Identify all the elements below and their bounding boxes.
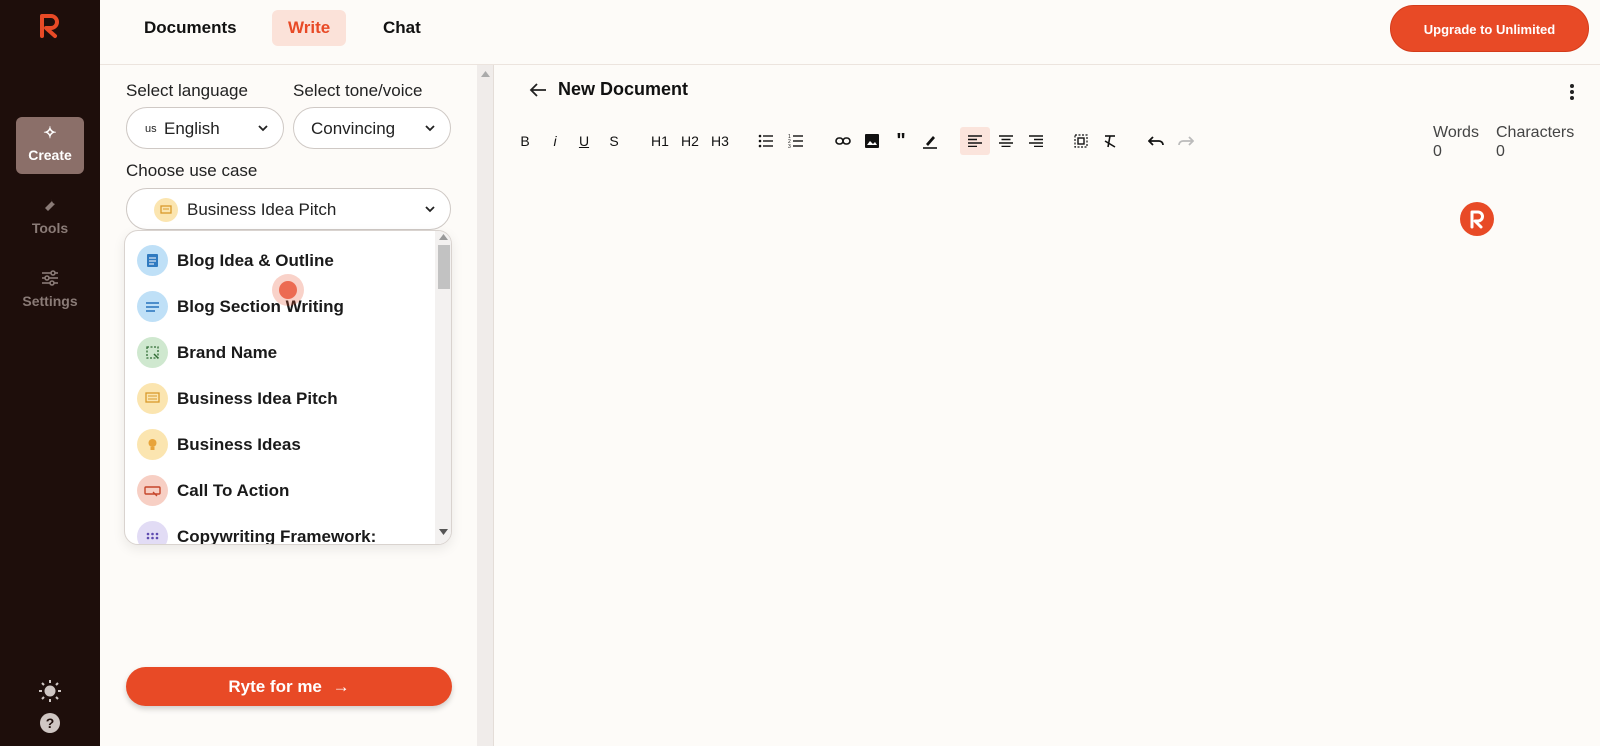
arrow-right-icon: → — [332, 677, 350, 696]
words-value: 0 — [1433, 143, 1442, 160]
wrench-icon — [16, 197, 84, 217]
usecase-label: Choose use case — [126, 161, 258, 180]
redo-icon[interactable] — [1176, 127, 1196, 155]
tab-write[interactable]: Write — [272, 10, 347, 46]
heading2-button[interactable]: H2 — [679, 127, 701, 155]
ryte-button-label: Ryte for me — [228, 677, 322, 696]
scroll-up-arrow-icon[interactable] — [481, 71, 490, 77]
document-icon — [137, 245, 168, 276]
top-bar: Documents Write Chat — [100, 0, 1600, 65]
document-title[interactable]: New Document — [558, 79, 688, 100]
list-item-copywriting-framework[interactable]: Copywriting Framework: — [137, 520, 427, 545]
words-label: Words — [1433, 124, 1479, 141]
sliders-icon — [16, 270, 84, 290]
language-label: Select language — [126, 81, 248, 100]
ryte-logo[interactable] — [36, 10, 64, 40]
scroll-up-arrow-icon[interactable] — [439, 234, 448, 240]
svg-text:3: 3 — [788, 144, 791, 148]
usecase-value: Business Idea Pitch — [187, 200, 337, 219]
language-select[interactable]: us English — [126, 107, 284, 149]
link-icon[interactable] — [833, 127, 853, 155]
upgrade-button[interactable]: Upgrade to Unlimited — [1390, 5, 1589, 52]
list-item-label: Business Idea Pitch — [177, 389, 338, 408]
underline-button[interactable]: U — [575, 127, 593, 155]
heading3-button[interactable]: H3 — [709, 127, 731, 155]
align-center-icon[interactable] — [996, 127, 1016, 155]
clear-format-icon[interactable] — [1100, 127, 1120, 155]
button-icon — [137, 475, 168, 506]
rail-item-settings[interactable]: Settings — [16, 263, 84, 320]
bullet-list-icon[interactable] — [756, 127, 776, 155]
back-arrow-icon[interactable] — [528, 82, 548, 98]
lightbulb-icon — [137, 429, 168, 460]
panel-scrollbar[interactable] — [477, 65, 494, 746]
editor-area: New Document B i U S H1 H2 H3 123 " Word… — [494, 65, 1600, 746]
list-item-label: Blog Section Writing — [177, 297, 344, 316]
list-item-label: Brand Name — [177, 343, 278, 362]
numbered-list-icon[interactable]: 123 — [786, 127, 806, 155]
characters-label: Characters — [1496, 124, 1575, 141]
language-value: English — [164, 119, 220, 138]
presentation-icon — [137, 383, 168, 414]
presentation-icon — [154, 198, 178, 222]
help-icon[interactable]: ? — [38, 712, 62, 736]
dropdown-scroll-thumb[interactable] — [438, 245, 450, 289]
tab-documents[interactable]: Documents — [128, 10, 253, 46]
list-item-blog-idea-outline[interactable]: Blog Idea & Outline — [137, 244, 427, 278]
align-right-icon[interactable] — [1026, 127, 1046, 155]
tone-select[interactable]: Convincing — [293, 107, 451, 149]
chevron-down-icon — [425, 206, 435, 213]
blockquote-icon[interactable]: " — [891, 127, 911, 155]
more-vertical-icon[interactable] — [1569, 83, 1575, 101]
undo-icon[interactable] — [1146, 127, 1166, 155]
select-all-icon[interactable] — [1071, 127, 1091, 155]
scroll-down-arrow-icon[interactable] — [439, 529, 448, 535]
list-item-business-ideas[interactable]: Business Ideas — [137, 428, 427, 462]
list-item-label: Blog Idea & Outline — [177, 251, 334, 270]
sparkles-icon: ✧ — [43, 125, 57, 142]
list-item-label: Copywriting Framework: — [177, 527, 377, 545]
rail-item-label: Tools — [31, 220, 69, 236]
characters-counter: Characters 0 — [1496, 123, 1574, 161]
ryte-for-me-button[interactable]: Ryte for me → — [126, 667, 452, 706]
grid-icon — [137, 521, 168, 544]
us-flag-text: us — [145, 123, 157, 135]
words-counter: Words 0 — [1433, 123, 1479, 161]
chevron-down-icon — [258, 125, 268, 132]
svg-text:?: ? — [46, 715, 55, 731]
highlight-pen-icon[interactable] — [920, 127, 940, 155]
align-left-icon[interactable] — [960, 127, 990, 155]
rail-item-label: Create — [28, 147, 72, 163]
rail-item-create[interactable]: ✧ Create — [16, 117, 84, 174]
sun-icon[interactable] — [38, 679, 62, 703]
cursor-indicator — [272, 274, 304, 306]
tone-value: Convincing — [311, 119, 396, 138]
strikethrough-button[interactable]: S — [605, 127, 623, 155]
side-rail: ✧ Create Tools Settings ? — [0, 0, 100, 746]
ryte-assistant-avatar[interactable] — [1460, 202, 1494, 236]
lines-icon — [137, 291, 168, 322]
image-icon[interactable] — [862, 127, 882, 155]
tone-label: Select tone/voice — [293, 81, 423, 100]
heading1-button[interactable]: H1 — [649, 127, 671, 155]
dropdown-scrollbar[interactable] — [435, 231, 451, 544]
selection-icon — [137, 337, 168, 368]
italic-button[interactable]: i — [546, 127, 564, 155]
tab-chat[interactable]: Chat — [367, 10, 437, 46]
list-item-label: Business Ideas — [177, 435, 301, 454]
usecase-select[interactable]: Business Idea Pitch — [126, 188, 451, 230]
rail-item-tools[interactable]: Tools — [16, 190, 84, 247]
list-item-label: Call To Action — [177, 481, 290, 500]
list-item-business-idea-pitch[interactable]: Business Idea Pitch — [137, 382, 427, 416]
characters-value: 0 — [1496, 143, 1505, 160]
chevron-down-icon — [425, 125, 435, 132]
list-item-brand-name[interactable]: Brand Name — [137, 336, 427, 370]
bold-button[interactable]: B — [516, 127, 534, 155]
list-item-call-to-action[interactable]: Call To Action — [137, 474, 427, 508]
rail-item-label: Settings — [22, 293, 78, 309]
